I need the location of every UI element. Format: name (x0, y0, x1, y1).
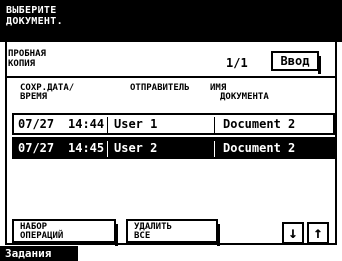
column-header-date-line-2: ВРЕМЯ (20, 92, 48, 102)
row-document: Document 2 (223, 141, 296, 155)
up-arrow-icon: ↑ (313, 223, 323, 242)
row-divider (214, 117, 215, 133)
delete-all-button[interactable]: УДАЛИТЬ ВСЕ (126, 219, 220, 246)
row-date: 07/27 (18, 117, 55, 131)
row-divider (107, 141, 108, 157)
row-sender: User 2 (114, 141, 158, 155)
document-row[interactable]: 07/27 14:44 User 1 Document 2 (12, 113, 335, 135)
page-counter: 1/1 (226, 56, 248, 70)
column-header-sender: ОТПРАВИТЕЛЬ (130, 83, 190, 93)
row-time: 14:45 (68, 141, 105, 155)
job-settings-label-line-2: ОПЕРАЦИЙ (20, 231, 64, 241)
row-time: 14:44 (68, 117, 105, 131)
instruction-header: ВЫБЕРИТЕ ДОКУМЕНТ. (0, 0, 342, 42)
row-divider (107, 117, 108, 133)
row-document: Document 2 (223, 117, 296, 131)
instruction-line-1: ВЫБЕРИТЕ (6, 5, 57, 16)
job-settings-button[interactable]: НАБОР ОПЕРАЦИЙ (12, 219, 118, 246)
delete-all-label-line-2: ВСЕ (134, 231, 151, 241)
row-sender: User 1 (114, 117, 158, 131)
scroll-up-button[interactable]: ↑ (307, 222, 329, 244)
instruction-line-2: ДОКУМЕНТ. (6, 16, 63, 27)
row-divider (214, 141, 215, 157)
document-row-selected[interactable]: 07/27 14:45 User 2 Document 2 (12, 137, 335, 159)
column-header-docname-line-2: ДОКУМЕНТА (220, 92, 269, 102)
header-separator (5, 76, 337, 78)
row-date: 07/27 (18, 141, 55, 155)
enter-button[interactable]: Ввод (271, 51, 321, 74)
scroll-down-button[interactable]: ↓ (282, 222, 304, 244)
down-arrow-icon: ↓ (288, 223, 298, 242)
tab-jobs[interactable]: Задания (0, 246, 78, 261)
mode-label-line-1: ПРОБНАЯ (8, 49, 46, 59)
mode-label-line-2: КОПИЯ (8, 59, 36, 69)
